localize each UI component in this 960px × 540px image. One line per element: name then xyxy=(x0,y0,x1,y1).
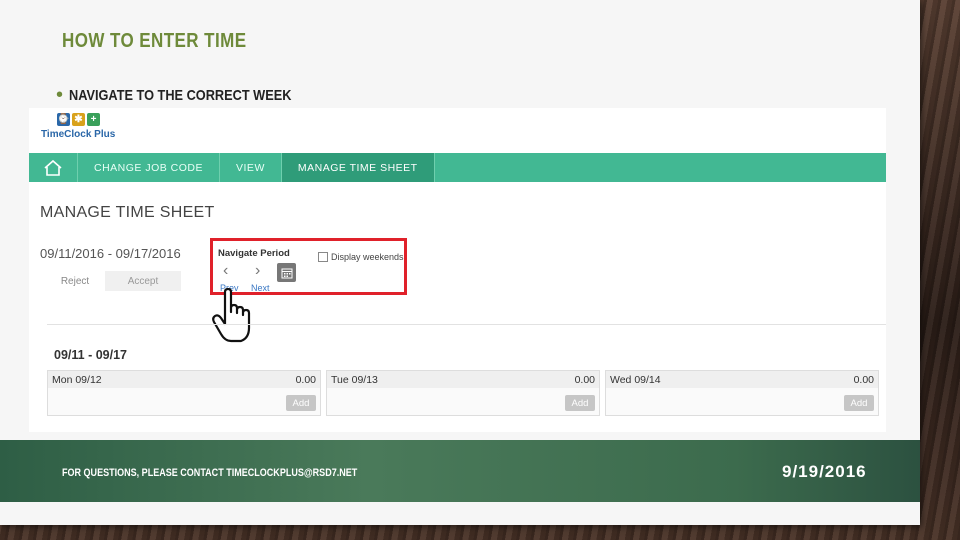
display-weekends-toggle[interactable]: Display weekends xyxy=(318,252,404,262)
app-screenshot: ⌚ ✱ + TimeClock Plus CHANGE JOB CODE VIE… xyxy=(29,108,886,432)
nav-manage-time-sheet[interactable]: MANAGE TIME SHEET xyxy=(281,153,435,182)
top-navbar: CHANGE JOB CODE VIEW MANAGE TIME SHEET xyxy=(29,153,886,182)
day-name: Tue 09/13 xyxy=(331,373,378,386)
clock-icon: ⌚ xyxy=(57,113,70,126)
day-hours: 0.00 xyxy=(574,373,595,386)
footer-date: 9/19/2016 xyxy=(782,462,867,481)
day-card: Tue 09/13 0.00 Add xyxy=(326,370,600,416)
navigate-period-panel: Navigate Period Display weekends ‹ › Pre… xyxy=(210,238,407,295)
add-button[interactable]: Add xyxy=(565,395,595,411)
day-card: Mon 09/12 0.00 Add xyxy=(47,370,321,416)
day-hours: 0.00 xyxy=(853,373,874,386)
period-range: 09/11/2016 - 09/17/2016 xyxy=(40,246,181,261)
calendar-icon xyxy=(281,268,292,278)
home-icon xyxy=(44,159,62,176)
app-logo[interactable]: ⌚ ✱ + TimeClock Plus xyxy=(41,113,131,153)
reject-button[interactable]: Reject xyxy=(49,271,101,291)
bullet-icon: • xyxy=(56,84,64,106)
day-hours: 0.00 xyxy=(295,373,316,386)
day-header: Wed 09/14 0.00 xyxy=(606,371,878,388)
day-header: Tue 09/13 0.00 xyxy=(327,371,599,388)
slide-footer: FOR QUESTIONS, PLEASE CONTACT TIMECLOCKP… xyxy=(0,440,920,502)
slide: HOW TO ENTER TIME • NAVIGATE TO THE CORR… xyxy=(0,0,920,525)
day-card: Wed 09/14 0.00 Add xyxy=(605,370,879,416)
plus-icon: + xyxy=(87,113,100,126)
week-label: 09/11 - 09/17 xyxy=(54,348,127,362)
day-header: Mon 09/12 0.00 xyxy=(48,371,320,388)
divider xyxy=(47,324,886,325)
star-icon: ✱ xyxy=(72,113,85,126)
nav-view[interactable]: VIEW xyxy=(220,153,282,182)
calendar-button[interactable] xyxy=(277,263,296,282)
day-name: Mon 09/12 xyxy=(52,373,102,386)
day-name: Wed 09/14 xyxy=(610,373,661,386)
slide-title: HOW TO ENTER TIME xyxy=(62,30,247,52)
logo-icons: ⌚ ✱ + xyxy=(57,113,131,126)
footer-contact: FOR QUESTIONS, PLEASE CONTACT TIMECLOCKP… xyxy=(62,467,358,479)
home-button[interactable] xyxy=(29,153,78,182)
bullet-text: NAVIGATE TO THE CORRECT WEEK xyxy=(69,86,292,104)
navigate-period-label: Navigate Period xyxy=(218,248,290,259)
hand-pointer-icon xyxy=(212,288,251,343)
chevron-right-icon[interactable]: › xyxy=(255,262,260,280)
nav-change-job-code[interactable]: CHANGE JOB CODE xyxy=(78,153,221,182)
add-button[interactable]: Add xyxy=(844,395,874,411)
weekends-label: Display weekends xyxy=(331,252,404,262)
logo-text: TimeClock Plus xyxy=(41,129,116,140)
weekends-checkbox[interactable] xyxy=(318,252,328,262)
page-title: MANAGE TIME SHEET xyxy=(40,204,215,221)
bullet-row: • NAVIGATE TO THE CORRECT WEEK xyxy=(56,85,331,105)
add-button[interactable]: Add xyxy=(286,395,316,411)
accept-button[interactable]: Accept xyxy=(105,271,181,291)
chevron-left-icon[interactable]: ‹ xyxy=(223,262,228,280)
